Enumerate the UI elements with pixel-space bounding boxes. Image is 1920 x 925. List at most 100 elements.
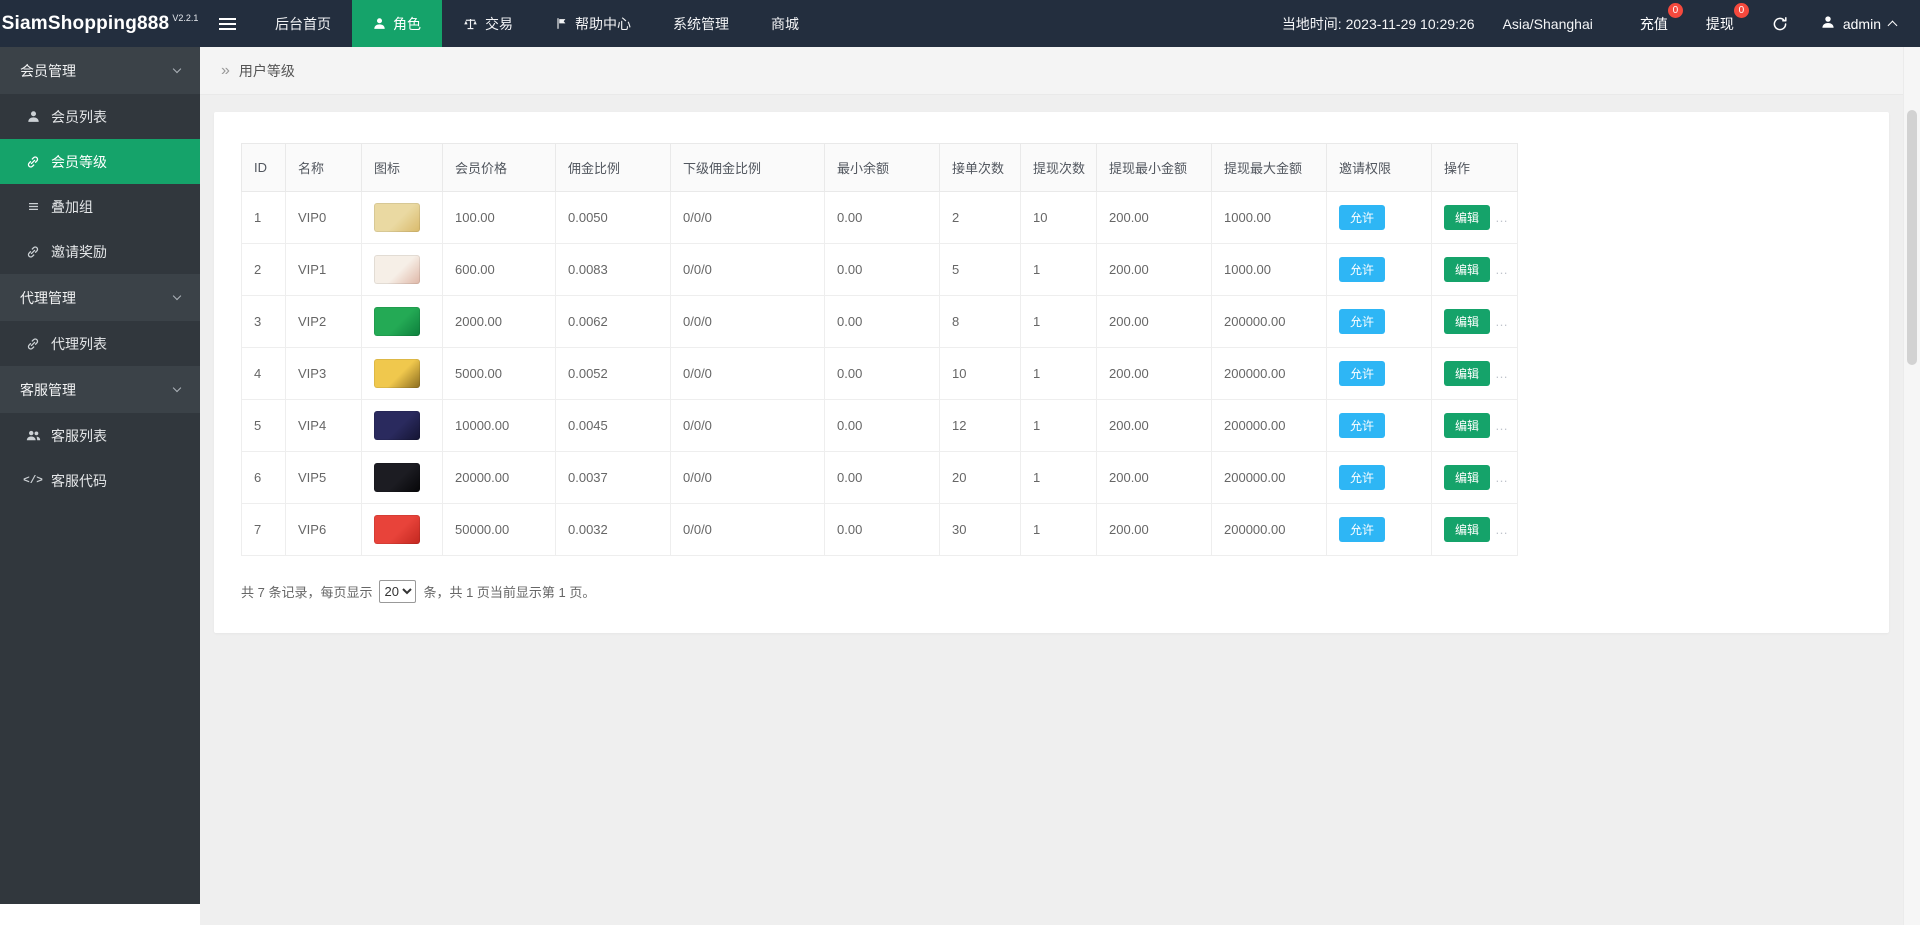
- sidebar-item-invite-reward[interactable]: 邀请奖励: [0, 229, 200, 274]
- cell-withdraw-max: 200000.00: [1212, 504, 1327, 556]
- cell-withdraw-max: 1000.00: [1212, 244, 1327, 296]
- sidebar-item-member-list[interactable]: 会员列表: [0, 94, 200, 139]
- nav-item-system[interactable]: 系统管理: [652, 0, 750, 47]
- table-row: 2 VIP1 600.00 0.0083 0/0/0 0.00 5 1 200.…: [242, 244, 1518, 296]
- scrollbar-thumb[interactable]: [1907, 110, 1917, 365]
- cell-commission: 0.0032: [556, 504, 671, 556]
- col-header-order-count: 接单次数: [940, 144, 1021, 192]
- allow-button[interactable]: 允许: [1339, 465, 1385, 490]
- cell-min-balance: 0.00: [825, 504, 940, 556]
- allow-button[interactable]: 允许: [1339, 517, 1385, 542]
- cell-name: VIP2: [286, 296, 362, 348]
- cell-price: 600.00: [443, 244, 556, 296]
- vip-icon-image: [374, 359, 420, 388]
- allow-button[interactable]: 允许: [1339, 413, 1385, 438]
- edit-button[interactable]: 编辑: [1444, 465, 1490, 490]
- sidebar-group-agent-management[interactable]: 代理管理: [0, 274, 200, 321]
- cell-withdraw-min: 200.00: [1097, 452, 1212, 504]
- code-icon: </>: [25, 475, 41, 487]
- cell-price: 100.00: [443, 192, 556, 244]
- recharge-label: 充值: [1640, 14, 1668, 34]
- link-icon: [25, 337, 41, 351]
- cell-withdraw-count: 1: [1021, 452, 1097, 504]
- breadcrumb: » 用户等级: [200, 47, 1920, 95]
- edit-button[interactable]: 编辑: [1444, 205, 1490, 230]
- col-header-invite-permission: 邀请权限: [1327, 144, 1432, 192]
- cell-actions: 编辑…: [1432, 452, 1518, 504]
- chevron-down-icon: [173, 292, 181, 300]
- sidebar-group-member-management[interactable]: 会员管理: [0, 47, 200, 94]
- sidebar-item-label: 客服列表: [51, 426, 107, 446]
- sidebar-item-service-list[interactable]: 客服列表: [0, 413, 200, 458]
- sidebar-item-member-grade[interactable]: 会员等级: [0, 139, 200, 184]
- person-icon: [25, 110, 41, 123]
- topbar: SiamShopping888 V2.2.1 后台首页 角色 交易 帮助中心 系…: [0, 0, 1920, 47]
- cell-icon: [362, 244, 443, 296]
- vip-icon-image: [374, 515, 420, 544]
- withdraw-button[interactable]: 提现 0: [1687, 0, 1753, 47]
- cell-withdraw-min: 200.00: [1097, 400, 1212, 452]
- pagination-text-after: 条，共 1 页当前显示第 1 页。: [423, 582, 595, 601]
- more-actions-ellipsis: …: [1495, 366, 1509, 381]
- cell-sub-commission: 0/0/0: [671, 348, 825, 400]
- cell-sub-commission: 0/0/0: [671, 192, 825, 244]
- allow-button[interactable]: 允许: [1339, 205, 1385, 230]
- list-icon: [25, 200, 41, 213]
- allow-button[interactable]: 允许: [1339, 257, 1385, 282]
- sidebar-item-service-code[interactable]: </> 客服代码: [0, 458, 200, 503]
- nav-item-mall[interactable]: 商城: [750, 0, 820, 47]
- vip-icon-image: [374, 255, 420, 284]
- allow-button[interactable]: 允许: [1339, 361, 1385, 386]
- col-header-sub-commission: 下级佣金比例: [671, 144, 825, 192]
- edit-button[interactable]: 编辑: [1444, 361, 1490, 386]
- cell-withdraw-count: 1: [1021, 504, 1097, 556]
- table-row: 5 VIP4 10000.00 0.0045 0/0/0 0.00 12 1 2…: [242, 400, 1518, 452]
- table-row: 4 VIP3 5000.00 0.0052 0/0/0 0.00 10 1 20…: [242, 348, 1518, 400]
- refresh-icon[interactable]: [1753, 0, 1807, 47]
- nav-item-trade[interactable]: 交易: [442, 0, 534, 47]
- more-actions-ellipsis: …: [1495, 262, 1509, 277]
- more-actions-ellipsis: …: [1495, 522, 1509, 537]
- cell-icon: [362, 452, 443, 504]
- cell-sub-commission: 0/0/0: [671, 244, 825, 296]
- cell-id: 1: [242, 192, 286, 244]
- user-menu[interactable]: admin: [1807, 0, 1920, 47]
- chevron-up-icon: [1888, 21, 1898, 31]
- per-page-select[interactable]: 20: [379, 580, 416, 603]
- withdraw-badge: 0: [1734, 3, 1749, 18]
- sidebar-group-label: 客服管理: [20, 380, 76, 400]
- cell-commission: 0.0052: [556, 348, 671, 400]
- col-header-withdraw-min: 提现最小金额: [1097, 144, 1212, 192]
- main-content: » 用户等级 ID 名称 图标 会员价格 佣金比例 下级佣金比例 最小余额: [200, 47, 1920, 925]
- nav-item-help-center[interactable]: 帮助中心: [534, 0, 652, 47]
- allow-button[interactable]: 允许: [1339, 309, 1385, 334]
- cell-actions: 编辑 …: [1432, 244, 1518, 296]
- table-header-row: ID 名称 图标 会员价格 佣金比例 下级佣金比例 最小余额 接单次数 提现次数…: [242, 144, 1518, 192]
- cell-order-count: 2: [940, 192, 1021, 244]
- sidebar-item-label: 叠加组: [51, 197, 93, 217]
- cell-price: 50000.00: [443, 504, 556, 556]
- edit-button[interactable]: 编辑: [1444, 257, 1490, 282]
- edit-button[interactable]: 编辑: [1444, 309, 1490, 334]
- cell-actions: 编辑…: [1432, 296, 1518, 348]
- nav-item-dashboard[interactable]: 后台首页: [254, 0, 352, 47]
- cell-icon: [362, 348, 443, 400]
- cell-withdraw-max: 200000.00: [1212, 296, 1327, 348]
- edit-button[interactable]: 编辑: [1444, 517, 1490, 542]
- cell-sub-commission: 0/0/0: [671, 296, 825, 348]
- pagination: 共 7 条记录，每页显示 20 条，共 1 页当前显示第 1 页。: [241, 580, 1889, 603]
- recharge-button[interactable]: 充值 0: [1621, 0, 1687, 47]
- cell-price: 20000.00: [443, 452, 556, 504]
- vertical-scrollbar[interactable]: [1903, 47, 1920, 925]
- cell-commission: 0.0037: [556, 452, 671, 504]
- sidebar-item-agent-list[interactable]: 代理列表: [0, 321, 200, 366]
- sidebar-group-service-management[interactable]: 客服管理: [0, 366, 200, 413]
- edit-button[interactable]: 编辑: [1444, 413, 1490, 438]
- nav-item-roles[interactable]: 角色: [352, 0, 442, 47]
- table-row: 6 VIP5 20000.00 0.0037 0/0/0 0.00 20 1 2…: [242, 452, 1518, 504]
- hamburger-menu-icon[interactable]: [200, 0, 254, 47]
- cell-commission: 0.0050: [556, 192, 671, 244]
- sidebar: 会员管理 会员列表 会员等级 叠加组 邀请奖励 代理管理 代理列表 客服管理 客…: [0, 47, 200, 904]
- sidebar-item-stack-group[interactable]: 叠加组: [0, 184, 200, 229]
- cell-order-count: 30: [940, 504, 1021, 556]
